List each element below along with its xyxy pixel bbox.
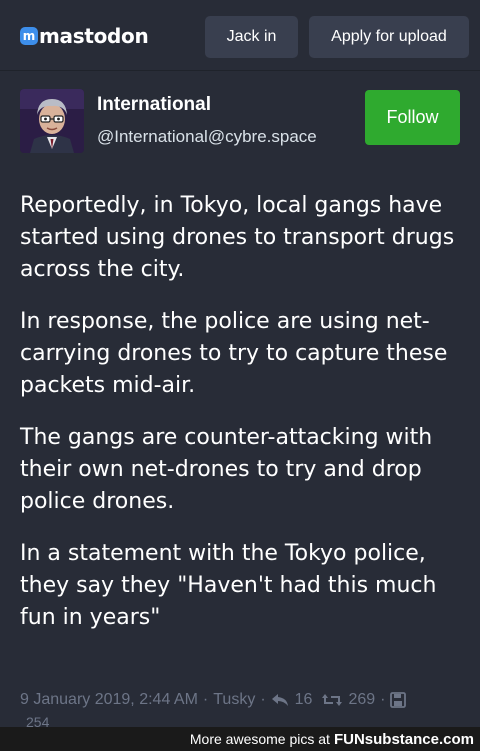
logo-text: mastodon [39, 24, 149, 48]
header-divider [0, 70, 480, 71]
watermark-footer: More awesome pics at FUNsubstance.com [0, 727, 480, 751]
jack-in-button[interactable]: Jack in [205, 16, 298, 58]
post-content: Reportedly, in Tokyo, local gangs have s… [20, 190, 465, 654]
reply-count: 16 [294, 691, 313, 708]
post-meta: 9 January 2019, 2:44 AM · Tusky · 16 269… [20, 688, 480, 712]
post-paragraph: The gangs are counter-attacking with the… [20, 425, 433, 514]
post-timestamp[interactable]: 9 January 2019, 2:44 AM [20, 691, 198, 709]
footer-text: More awesome pics at [189, 731, 330, 747]
save-icon[interactable] [390, 692, 407, 708]
meta-separator: · [260, 691, 266, 708]
meta-separator: · [202, 691, 209, 708]
apply-button[interactable]: Apply for upload [309, 16, 469, 58]
post-client: Tusky [213, 691, 256, 708]
logo-mark-icon: m [20, 27, 38, 45]
footer-brand[interactable]: FUNsubstance.com [334, 731, 474, 748]
avatar[interactable] [20, 89, 84, 153]
reply-icon[interactable] [271, 692, 289, 708]
mastodon-logo[interactable]: m mastodon [20, 24, 149, 48]
display-name[interactable]: International [97, 94, 211, 116]
account-handle[interactable]: @International@cybre.space [97, 127, 317, 147]
post-paragraph: In response, the police are using net-ca… [20, 309, 448, 398]
boost-count: 269 [348, 691, 376, 708]
post-paragraph: Reportedly, in Tokyo, local gangs have s… [20, 193, 455, 282]
top-bar: m mastodon Jack in Apply for upload [0, 0, 480, 70]
meta-separator: · [380, 691, 386, 708]
boost-icon[interactable] [322, 692, 343, 708]
follow-button[interactable]: Follow [365, 90, 460, 145]
post-paragraph: In a statement with the Tokyo police, th… [20, 541, 437, 630]
avatar-portrait-icon [20, 89, 84, 153]
